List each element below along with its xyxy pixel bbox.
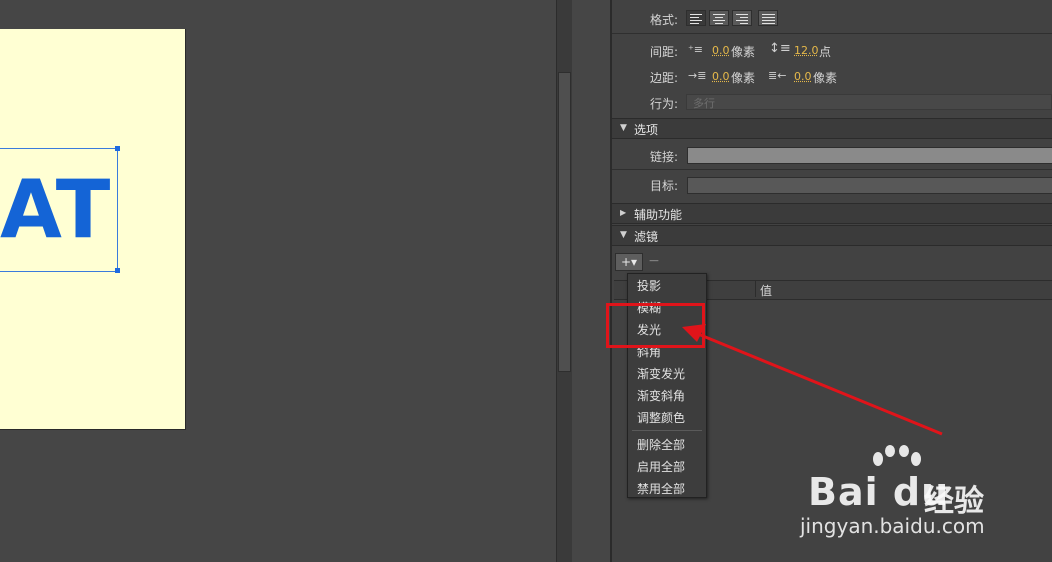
options-section-header[interactable]: ▼ 选项	[612, 118, 1052, 139]
delete-filter-button[interactable]: −	[645, 253, 663, 271]
accessibility-section-header[interactable]: ▶ 辅助功能	[612, 203, 1052, 224]
watermark-url: jingyan.baidu.com	[800, 514, 985, 538]
divider	[612, 169, 1052, 170]
target-label: 目标:	[650, 179, 679, 193]
menu-item-enable-all[interactable]: 启用全部	[637, 458, 685, 475]
menu-item-drop-shadow[interactable]: 投影	[637, 277, 661, 294]
letter-spacing-value[interactable]: 0.0	[712, 44, 730, 57]
resize-handle-bottom-right[interactable]	[115, 268, 120, 273]
scrollbar-thumb[interactable]	[558, 72, 571, 372]
line-spacing-value[interactable]: 12.0	[794, 44, 819, 57]
highlight-box	[606, 303, 705, 348]
menu-item-delete-all[interactable]: 删除全部	[637, 436, 685, 453]
filters-section-title: 滤镜	[634, 230, 659, 244]
menu-item-gradient-glow[interactable]: 渐变发光	[637, 365, 685, 382]
behavior-dropdown[interactable]: 多行	[686, 94, 1052, 110]
format-label: 格式:	[650, 13, 679, 27]
expanded-triangle-icon: ▼	[620, 123, 627, 133]
filters-section-header[interactable]: ▼ 滤镜	[612, 225, 1052, 246]
panel-gutter	[572, 0, 610, 562]
link-input[interactable]	[687, 147, 1052, 164]
line-spacing-icon: ↕≡	[769, 41, 791, 56]
behavior-label: 行为:	[650, 97, 679, 111]
menu-item-adjust-color[interactable]: 调整颜色	[637, 409, 685, 426]
text-bounding-box[interactable]	[0, 148, 118, 272]
expanded-triangle-icon: ▼	[620, 230, 627, 240]
align-center-button[interactable]	[709, 10, 729, 26]
align-right-button[interactable]	[732, 10, 752, 26]
right-margin-icon: ≣←	[768, 69, 787, 82]
resize-handle-top-right[interactable]	[115, 146, 120, 151]
accessibility-section-title: 辅助功能	[634, 208, 683, 222]
menu-item-disable-all[interactable]: 禁用全部	[637, 480, 685, 497]
options-section-title: 选项	[634, 123, 659, 137]
target-dropdown[interactable]	[687, 177, 1052, 194]
align-justify-button[interactable]	[758, 10, 778, 26]
line-spacing-unit: 点	[819, 45, 832, 59]
link-label: 链接:	[650, 150, 679, 164]
margin-label: 边距:	[650, 71, 679, 85]
column-divider	[755, 281, 756, 297]
right-margin-unit: 像素	[813, 71, 838, 85]
spacing-label: 间距:	[650, 45, 679, 59]
collapsed-triangle-icon: ▶	[620, 208, 627, 217]
right-margin-value[interactable]: 0.0	[794, 70, 812, 83]
menu-item-gradient-bevel[interactable]: 渐变斜角	[637, 387, 685, 404]
left-margin-unit: 像素	[731, 71, 756, 85]
left-margin-value[interactable]: 0.0	[712, 70, 730, 83]
value-column-header: 值	[760, 284, 773, 298]
add-filter-button[interactable]: +▾	[615, 253, 643, 271]
divider	[612, 33, 1052, 34]
left-margin-icon: →≣	[688, 69, 707, 82]
letter-spacing-unit: 像素	[731, 45, 756, 59]
align-left-button[interactable]	[686, 10, 706, 26]
letter-spacing-icon: ⁺≡	[688, 43, 704, 56]
menu-separator	[632, 430, 702, 431]
